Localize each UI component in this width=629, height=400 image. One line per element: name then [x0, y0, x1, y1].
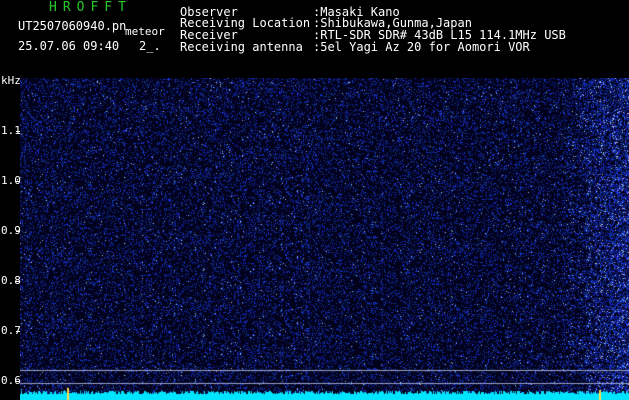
file-name: UT2507060940.pn [18, 19, 127, 33]
field-label-antenna: Receiving antenna [180, 40, 303, 54]
app-brand: HROFFT [49, 0, 132, 15]
frequency-tick-mark [16, 381, 20, 382]
frequency-tick-mark [16, 131, 20, 132]
frequency-tick-mark [16, 181, 20, 182]
spectrogram-plot [20, 78, 629, 400]
event-count: 2_. [139, 39, 161, 53]
frequency-tick-mark [16, 231, 20, 232]
date-time: 25.07.06 09:40 [18, 39, 120, 53]
frequency-unit-label: kHz [1, 74, 21, 87]
mode-label: meteor [125, 25, 165, 38]
frequency-tick-mark [16, 281, 20, 282]
field-value-antenna: :5el Yagi Az 20 for Aomori VOR [313, 40, 530, 54]
frequency-tick-mark [16, 331, 20, 332]
